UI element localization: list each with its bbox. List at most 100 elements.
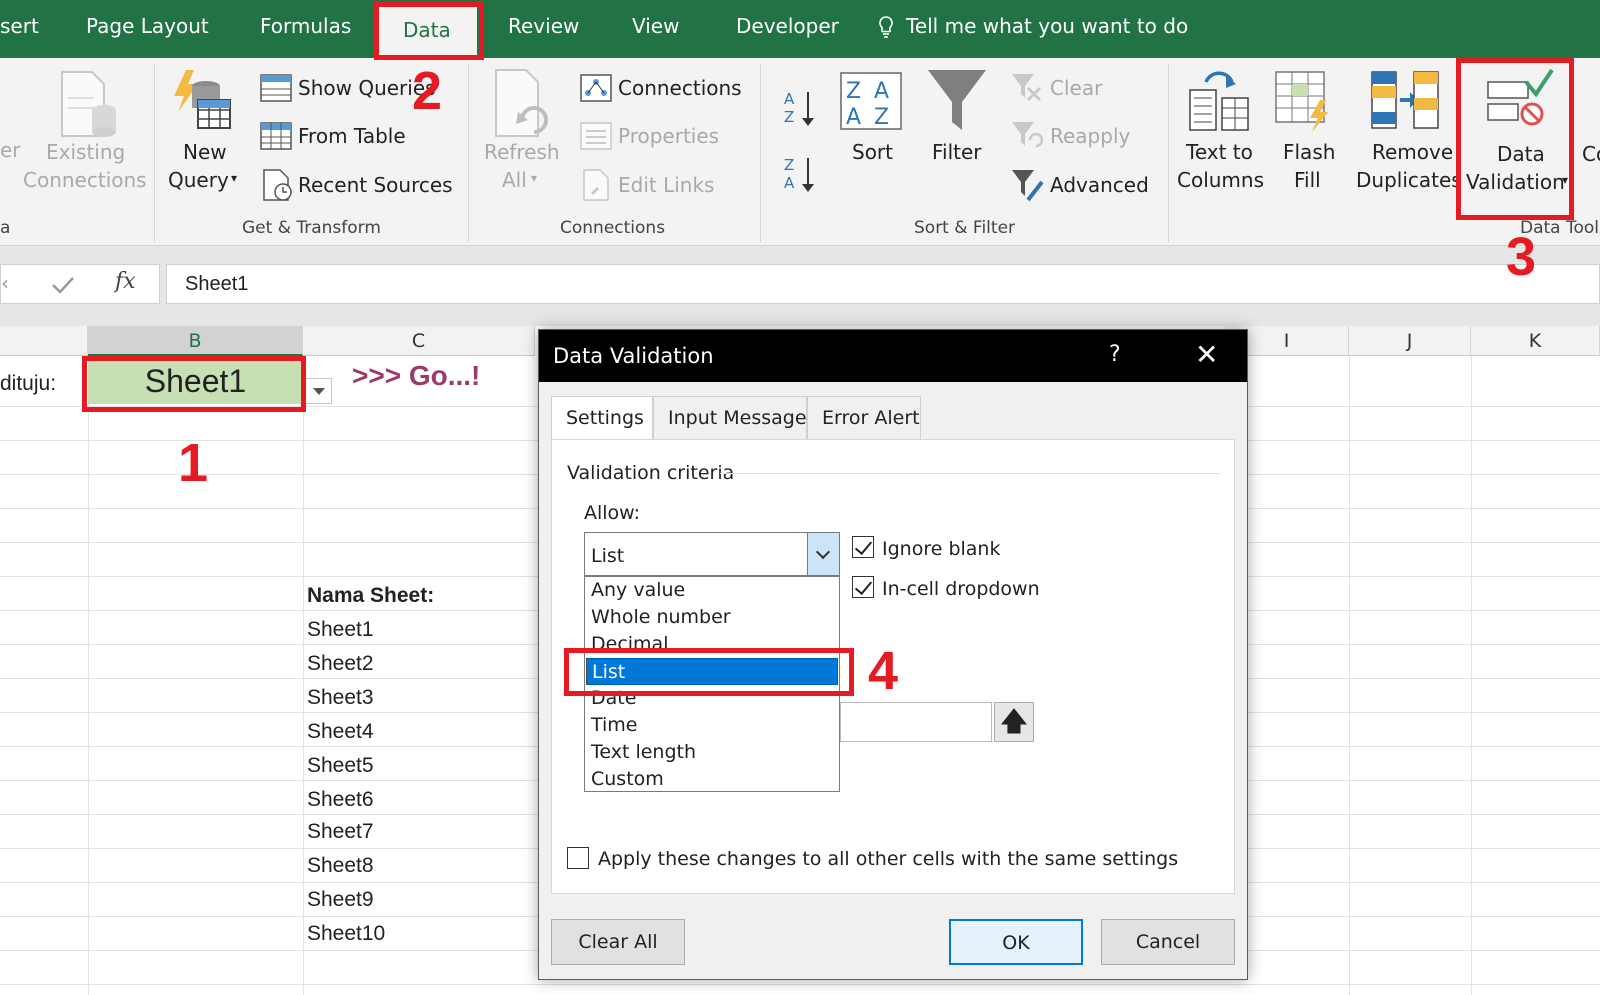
svg-text:A: A xyxy=(784,90,795,108)
allow-select[interactable]: List xyxy=(584,532,840,576)
reapply-button[interactable]: Reapply xyxy=(1050,122,1130,150)
recent-sources-button[interactable]: Recent Sources xyxy=(298,171,453,199)
filter-button[interactable]: Filter xyxy=(932,138,982,166)
sheet-list-item[interactable]: Sheet4 xyxy=(307,720,374,744)
chevron-down-icon[interactable]: ▾ xyxy=(531,164,537,192)
lightbulb-icon xyxy=(879,16,893,38)
column-header-k[interactable]: K xyxy=(1471,326,1600,356)
refresh-all-label-2[interactable]: All xyxy=(502,166,527,194)
column-header-b[interactable]: B xyxy=(88,326,303,356)
tab-input-message[interactable]: Input Message xyxy=(653,396,807,440)
get-transform-group-label: Get & Transform xyxy=(242,218,381,238)
annotation-number: 4 xyxy=(868,641,899,701)
from-table-icon xyxy=(260,122,292,150)
tab-formulas[interactable]: Formulas xyxy=(260,14,351,38)
sort-button[interactable]: Sort xyxy=(852,138,893,166)
sheet-list-item[interactable]: Sheet3 xyxy=(307,686,374,710)
flash-fill-label-2[interactable]: Fill xyxy=(1294,166,1321,194)
partial-group-label: a xyxy=(0,218,11,238)
connections-icon xyxy=(580,74,612,102)
edit-links-icon xyxy=(583,169,609,201)
list-option[interactable]: Whole number xyxy=(586,604,838,631)
sort-descending-icon[interactable]: Z A xyxy=(782,154,816,194)
tab-page-layout[interactable]: Page Layout xyxy=(86,14,209,38)
list-option[interactable]: Time xyxy=(586,712,838,739)
existing-connections-label[interactable]: Existing xyxy=(46,138,125,166)
annotation-number: 3 xyxy=(1506,227,1537,287)
close-icon[interactable]: ✕ xyxy=(1195,338,1218,371)
reapply-icon xyxy=(1012,122,1044,148)
formula-input[interactable]: Sheet1 xyxy=(166,264,1600,304)
highlight-box-data-tab xyxy=(374,2,484,60)
list-option[interactable]: Any value xyxy=(586,577,838,604)
tab-insert[interactable]: sert xyxy=(0,14,39,38)
connections-group-label: Connections xyxy=(560,218,666,238)
ignore-blank-label: Ignore blank xyxy=(882,538,1001,560)
svg-text:Z: Z xyxy=(874,105,889,130)
clear-filter-icon xyxy=(1012,74,1042,102)
text-to-columns-label[interactable]: Text to xyxy=(1186,138,1253,166)
cancel-button[interactable]: Cancel xyxy=(1101,919,1235,965)
edit-links-button[interactable]: Edit Links xyxy=(618,171,714,199)
cell-dropdown-button[interactable] xyxy=(304,378,332,404)
group-separator xyxy=(1168,64,1169,242)
tab-view[interactable]: View xyxy=(632,14,679,38)
column-header-a[interactable] xyxy=(0,326,88,356)
chevron-down-icon[interactable] xyxy=(807,533,839,575)
svg-text:Z: Z xyxy=(846,79,861,104)
go-link[interactable]: >>> Go...! xyxy=(352,360,480,392)
flash-fill-label[interactable]: Flash xyxy=(1283,138,1335,166)
in-cell-dropdown-checkbox[interactable] xyxy=(852,576,874,598)
enter-check-icon[interactable] xyxy=(51,275,75,295)
sheet-list-item[interactable]: Sheet8 xyxy=(307,854,374,878)
ribbon-tab-bar: sert Page Layout Formulas Data Review Vi… xyxy=(0,0,1600,58)
list-option[interactable]: Text length xyxy=(586,739,838,766)
chevron-down-icon[interactable]: ▾ xyxy=(231,164,237,192)
existing-connections-label-2[interactable]: Connections xyxy=(23,166,147,194)
properties-button[interactable]: Properties xyxy=(618,122,719,150)
sort-ascending-icon[interactable]: A Z xyxy=(782,88,816,128)
tab-review[interactable]: Review xyxy=(508,14,579,38)
text-to-columns-label-2[interactable]: Columns xyxy=(1177,166,1264,194)
sheet-list-item[interactable]: Sheet6 xyxy=(307,788,374,812)
clear-all-button[interactable]: Clear All xyxy=(551,919,685,965)
new-query-label-2[interactable]: Query xyxy=(168,166,229,194)
sheet-list-item[interactable]: Sheet7 xyxy=(307,820,374,844)
help-button[interactable]: ? xyxy=(1109,342,1121,367)
list-option[interactable]: Custom xyxy=(586,766,838,791)
advanced-button[interactable]: Advanced xyxy=(1050,171,1149,199)
recent-sources-icon xyxy=(263,169,292,201)
clear-button[interactable]: Clear xyxy=(1050,74,1102,102)
advanced-filter-icon xyxy=(1012,170,1044,202)
tab-error-alert[interactable]: Error Alert xyxy=(807,396,921,440)
apply-all-checkbox[interactable] xyxy=(567,847,589,869)
sheet-list-item[interactable]: Sheet5 xyxy=(307,754,374,778)
new-query-label[interactable]: New xyxy=(183,138,227,166)
highlight-box-cell xyxy=(82,356,306,412)
column-header-c[interactable]: C xyxy=(303,326,535,356)
tab-settings[interactable]: Settings xyxy=(551,396,653,442)
remove-duplicates-label-2[interactable]: Duplicates xyxy=(1356,166,1462,194)
tell-me-search[interactable]: Tell me what you want to do xyxy=(906,14,1188,38)
tab-developer[interactable]: Developer xyxy=(736,14,839,38)
row-label-cell: dituju: xyxy=(0,372,57,395)
sheet-list-item[interactable]: Sheet9 xyxy=(307,888,374,912)
remove-duplicates-label[interactable]: Remove xyxy=(1372,138,1453,166)
from-table-button[interactable]: From Table xyxy=(298,122,406,150)
allow-select-value: List xyxy=(591,545,625,567)
sheet-list-item[interactable]: Sheet10 xyxy=(307,922,385,946)
insert-function-icon[interactable]: fx xyxy=(115,269,136,294)
sheet-list-item[interactable]: Sheet1 xyxy=(307,618,374,642)
sort-filter-group-label: Sort & Filter xyxy=(914,218,1016,238)
svg-text:A: A xyxy=(846,105,861,130)
refresh-all-label[interactable]: Refresh xyxy=(484,138,560,166)
sheet-list-item[interactable]: Sheet2 xyxy=(307,652,374,676)
connections-button[interactable]: Connections xyxy=(618,74,742,102)
ok-button[interactable]: OK xyxy=(949,919,1083,965)
sort-icon: Z A A Z xyxy=(840,72,902,130)
collapse-dialog-icon[interactable]: 🡅 xyxy=(994,702,1034,742)
column-header-j[interactable]: J xyxy=(1349,326,1471,356)
cancel-icon[interactable]: ‹ xyxy=(1,271,9,295)
ignore-blank-checkbox[interactable] xyxy=(852,536,874,558)
source-input[interactable] xyxy=(840,702,992,742)
